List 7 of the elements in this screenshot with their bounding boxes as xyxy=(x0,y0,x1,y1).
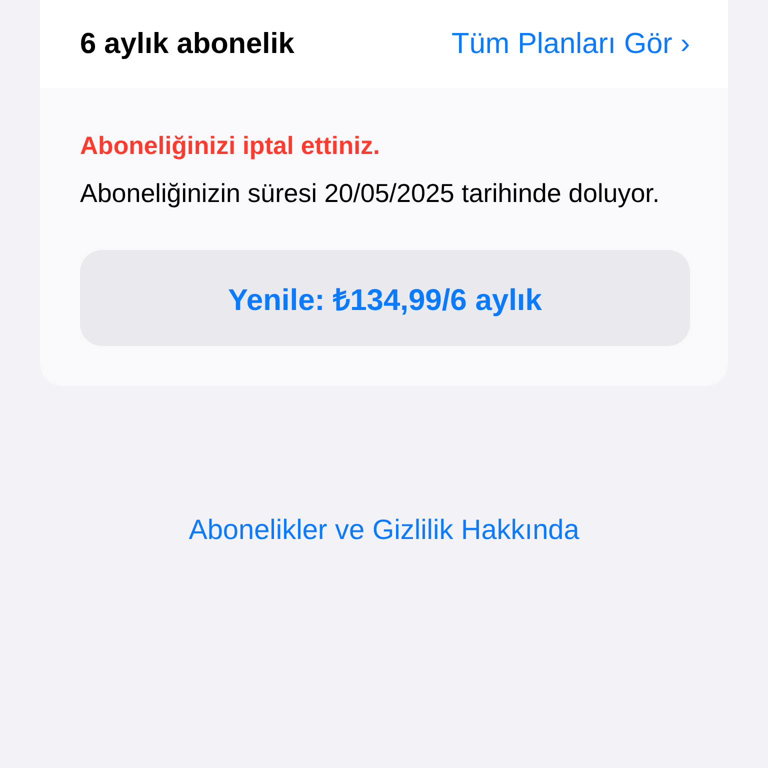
cancelled-notice: Aboneliğinizi iptal ettiniz. xyxy=(80,132,381,161)
all-plans-link[interactable]: Tüm Planları Gör › xyxy=(452,28,690,60)
plan-title: 6 aylık abonelik xyxy=(80,28,294,60)
privacy-link[interactable]: Abonelikler ve Gizlilik Hakkında xyxy=(188,514,580,546)
renew-button[interactable]: Yenile: ₺134,99/6 aylık xyxy=(80,250,690,346)
expiry-text: Aboneliğinizin süresi 20/05/2025 tarihinde doluyor. xyxy=(80,177,661,210)
chevron-icon: › xyxy=(680,28,690,60)
